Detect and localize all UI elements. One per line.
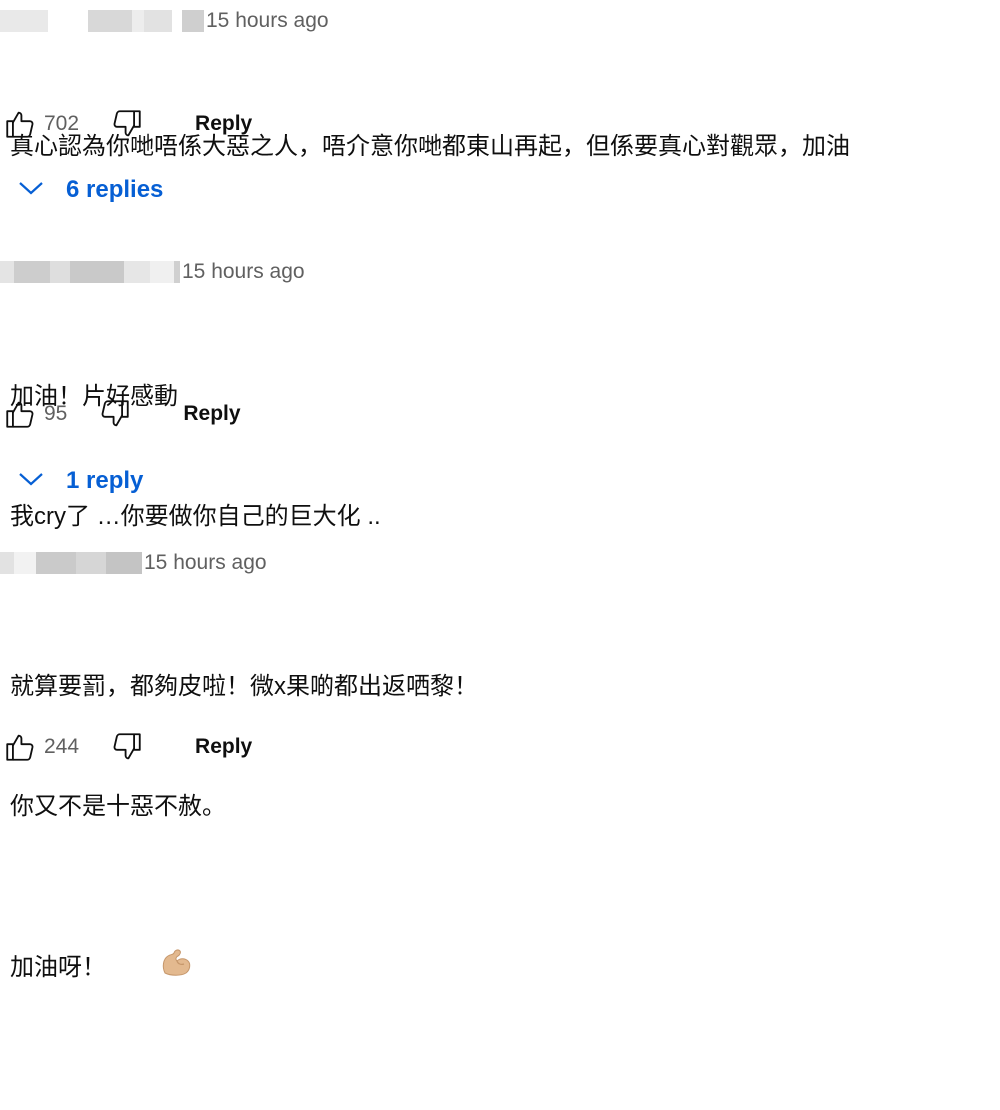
comment-header: 15 hours ago (0, 257, 305, 287)
thumbs-up-icon[interactable] (0, 394, 40, 434)
author-name-redacted[interactable] (0, 10, 204, 32)
like-count: 95 (44, 402, 68, 425)
chevron-down-icon (18, 180, 44, 201)
reply-button[interactable]: Reply (183, 402, 240, 426)
comment-text: 就算要罰，都夠皮啦！微x果啲都出返哂黎！ 你又不是十惡不赦。 加油呀！ (10, 587, 478, 1110)
like-count: 244 (44, 735, 80, 758)
author-name-redacted[interactable] (0, 552, 142, 574)
comment-header: 15 hours ago (0, 6, 329, 36)
thumbs-up-icon[interactable] (0, 727, 40, 767)
comment-actions: 95 Reply (0, 394, 241, 434)
chevron-down-icon (18, 471, 44, 492)
author-name-redacted[interactable] (0, 261, 180, 283)
comment-actions: 244 Reply (0, 727, 252, 767)
reply-button[interactable]: Reply (195, 735, 252, 759)
comment-timestamp[interactable]: 15 hours ago (182, 260, 305, 284)
thumbs-down-icon[interactable] (107, 104, 147, 144)
reply-button[interactable]: Reply (195, 112, 252, 136)
comment-timestamp[interactable]: 15 hours ago (144, 551, 267, 575)
like-count: 702 (44, 112, 80, 135)
flexed-biceps-emoji (106, 907, 193, 1030)
comment-actions: 702 Reply (0, 104, 252, 144)
comment-line: 我cry了 …你要做你自己的巨大化 .. (10, 503, 381, 530)
thumbs-up-icon[interactable] (0, 104, 40, 144)
view-replies-button[interactable]: 6 replies (18, 170, 163, 210)
comment-line: 加油呀！ (10, 953, 106, 981)
comment-line: 你又不是十惡不赦。 (10, 793, 226, 820)
comment-timestamp[interactable]: 15 hours ago (206, 9, 329, 33)
replies-count: 1 reply (66, 467, 144, 494)
view-replies-button[interactable]: 1 reply (18, 461, 143, 501)
replies-count: 6 replies (66, 176, 164, 203)
thumbs-down-icon[interactable] (95, 394, 135, 434)
comment-header: 15 hours ago (0, 548, 267, 578)
thumbs-down-icon[interactable] (107, 727, 147, 767)
comment-text: 真心認為你哋唔係大惡之人，唔介意你哋都東山再起，但係要真心對觀眾，加油 (10, 47, 850, 247)
comment-line: 就算要罰，都夠皮啦！微x果啲都出返哂黎！ (10, 673, 478, 700)
